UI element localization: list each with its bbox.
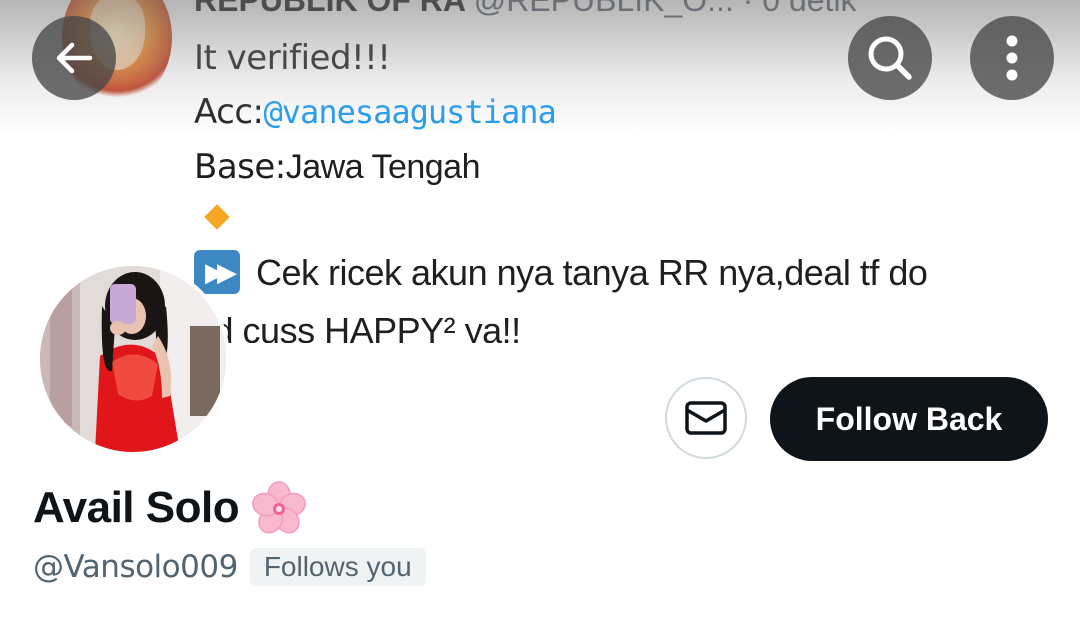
- banner-tweet-author: REPUBLIK OF RA: [194, 0, 465, 18]
- back-button[interactable]: [32, 16, 116, 100]
- message-button[interactable]: [665, 377, 747, 459]
- banner-tweet-header: REPUBLIK OF RA @REPUBLIK_O... · 0 detik: [194, 0, 857, 19]
- banner-line-base: Base:Jawa Tengah: [194, 147, 481, 187]
- banner-line-check: Cek ricek akun nya tanya RR nya,deal tf …: [256, 252, 928, 293]
- banner-line-acc: Acc:@vanesaagustiana: [194, 92, 557, 132]
- avatar-photo: [40, 266, 226, 452]
- banner-line-verified: It verified!!!: [194, 38, 391, 78]
- banner-line-happy: nd cuss HAPPY² ya!!: [194, 310, 521, 343]
- profile-handle-row: @Vansolo009 Follows you: [33, 548, 426, 586]
- mail-icon: [685, 401, 727, 435]
- banner-tweet-time: · 0 detik: [742, 0, 857, 18]
- more-options-button[interactable]: [970, 16, 1054, 100]
- search-icon: [868, 36, 912, 80]
- profile-display-name: Avail Solo: [33, 483, 240, 532]
- banner-base-label: Base:: [194, 147, 286, 187]
- profile-avatar[interactable]: [36, 262, 230, 456]
- banner-acc-mention: @vanesaagustiana: [263, 93, 557, 131]
- search-button[interactable]: [848, 16, 932, 100]
- banner-tweet-handle: @REPUBLIK_O...: [473, 0, 734, 18]
- cherry-blossom-icon: [252, 481, 306, 534]
- more-vertical-icon: [1006, 35, 1018, 81]
- profile-handle: @Vansolo009: [33, 549, 238, 585]
- orange-diamond-icon: [204, 204, 230, 230]
- arrow-left-icon: [56, 42, 93, 74]
- follow-back-button[interactable]: Follow Back: [770, 377, 1048, 461]
- fast-forward-icon: ▶▶: [194, 250, 240, 294]
- follows-you-badge: Follows you: [249, 548, 426, 586]
- profile-name-row: Avail Solo: [33, 480, 309, 536]
- banner-base-value: Jawa Tengah: [285, 148, 481, 186]
- banner-acc-label: Acc:: [194, 92, 264, 132]
